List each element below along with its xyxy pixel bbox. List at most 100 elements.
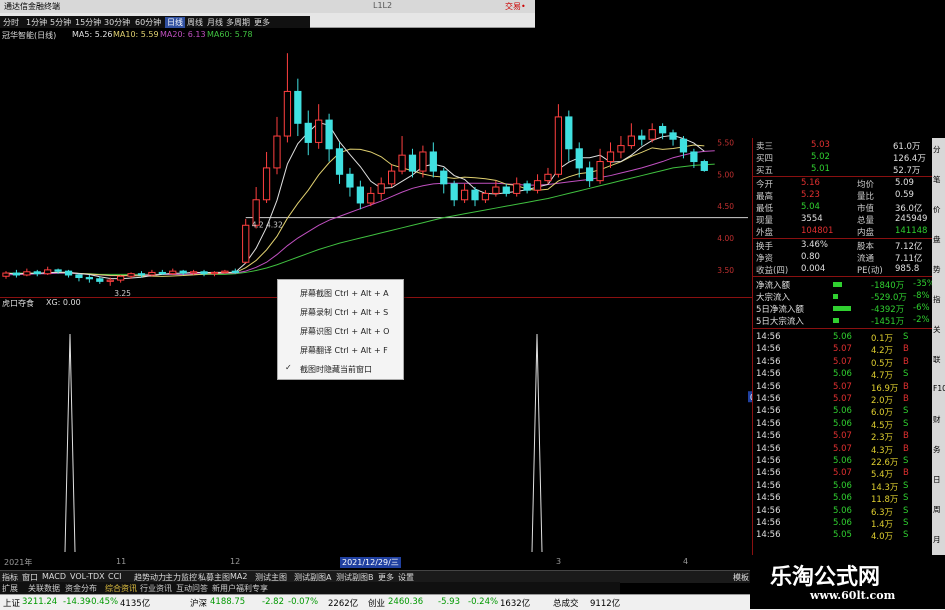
period-tab-10[interactable]: 更多 <box>254 17 270 28</box>
kline-chart[interactable]: 5.50 5.00 4.50 4.00 3.50 3.25 4.2 4.32 <box>0 42 752 297</box>
period-tab-1[interactable]: 1分钟 <box>26 17 47 28</box>
stat-value: 141148 <box>895 226 928 236</box>
stat-value: 0.004 <box>801 264 826 274</box>
extension-tab-1[interactable]: 关联数据 <box>28 583 60 594</box>
flow-label: 净流入额 <box>756 281 791 291</box>
ma60-label: MA60: 5.78 <box>207 30 253 39</box>
extension-tab-2[interactable]: 资金分布 <box>65 583 97 594</box>
sidebar-item-12[interactable]: 周 <box>933 504 941 515</box>
index-name[interactable]: 上证 <box>3 597 20 609</box>
context-menu-label: 屏幕翻译 Ctrl + Alt + F <box>300 346 388 355</box>
candle <box>210 271 219 277</box>
tick-time: 14:56 <box>756 369 781 380</box>
extension-tab-0[interactable]: 扩展 <box>2 583 18 594</box>
tick-price: 5.07 <box>833 431 852 442</box>
sidebar-item-7[interactable]: 联 <box>933 354 941 365</box>
context-menu-item-3[interactable]: 屏幕翻译 Ctrl + Alt + F <box>278 340 403 358</box>
extension-tab-4[interactable]: 行业资讯 <box>140 583 172 594</box>
candle <box>669 129 677 146</box>
tick-side: S <box>903 530 909 541</box>
tick-price: 5.06 <box>833 518 852 528</box>
sidebar-item-5[interactable]: 指 <box>933 294 941 305</box>
tick-price: 5.07 <box>833 443 852 454</box>
flow-bar <box>833 294 838 299</box>
stat-row: 最高 5.23 量比 0.59 <box>753 190 933 202</box>
stat-row: 换手 3.46% 股本 7.12亿 <box>753 240 933 252</box>
sidebar-item-6[interactable]: 关 <box>933 324 941 335</box>
template-button[interactable]: 模板 <box>733 572 749 583</box>
candle <box>75 273 83 282</box>
order-volume: 61.0万 <box>893 142 921 152</box>
divider <box>753 328 933 329</box>
indicator-tab-3[interactable]: VOL-TDX <box>70 572 105 581</box>
stat-label: 收益(四) <box>756 266 789 276</box>
tick-side: S <box>903 369 909 380</box>
watermark-title: 乐淘公式网 <box>770 565 881 590</box>
stat-value: 0.59 <box>895 190 914 200</box>
tick-volume: 2.0万 <box>871 396 894 406</box>
extension-tab-3[interactable]: 综合资讯 <box>105 583 137 594</box>
flow-value: -529.0万 <box>871 293 907 303</box>
command-box[interactable]: L1L2 <box>373 1 392 10</box>
candle <box>586 161 594 188</box>
context-menu-item-0[interactable]: 屏幕截图 Ctrl + Alt + A <box>278 283 403 301</box>
period-tab-2[interactable]: 5分钟 <box>50 17 71 28</box>
sidebar-item-11[interactable]: 日 <box>933 474 941 485</box>
stat-label: 总量 <box>857 216 875 226</box>
period-tab-0[interactable]: 分时 <box>3 17 19 28</box>
candle <box>398 136 406 175</box>
ma5-label: MA5: 5.26 <box>72 30 113 39</box>
candle <box>315 104 323 149</box>
trade-button[interactable]: 交易• <box>505 1 526 12</box>
index-percent: -0.45% <box>88 597 119 607</box>
sidebar-item-1[interactable]: 笔 <box>933 174 941 185</box>
stat-label: 现量 <box>756 216 774 226</box>
extension-tab-5[interactable]: 互动问答 <box>176 583 208 594</box>
tick-side: B <box>903 356 909 367</box>
flow-row: 5日净流入额 -4392万 -6% <box>753 303 933 315</box>
ma-legend: 冠华智能(日线) MA5: 5.26 MA10: 5.59 MA20: 6.13… <box>0 30 300 41</box>
flow-bar <box>833 318 839 323</box>
context-menu-label: 截图时隐藏当前窗口 <box>300 365 372 374</box>
extension-tab-6[interactable]: 新用户福利专享 <box>212 583 268 594</box>
tick-side: S <box>903 406 909 417</box>
sidebar-item-8[interactable]: F10 <box>933 384 945 393</box>
candle <box>502 183 510 197</box>
tick-row: 14:56 5.06 22.6万 S <box>753 456 933 468</box>
context-menu-item-4[interactable]: ✓ 截图时隐藏当前窗口 <box>278 359 403 377</box>
ma5-line <box>5 122 705 280</box>
period-tab-5[interactable]: 60分钟 <box>135 17 161 28</box>
period-tab-4[interactable]: 30分钟 <box>104 17 130 28</box>
tick-price: 5.06 <box>833 369 852 380</box>
context-menu-label: 屏幕录制 Ctrl + Alt + S <box>300 308 389 317</box>
indicator-tab-8[interactable]: MA2 <box>230 572 247 581</box>
context-menu-item-1[interactable]: 屏幕录制 Ctrl + Alt + S <box>278 302 403 320</box>
period-tab-3[interactable]: 15分钟 <box>75 17 101 28</box>
tick-time: 14:56 <box>756 530 781 541</box>
period-tab-8[interactable]: 月线 <box>207 17 223 28</box>
index-name[interactable]: 创业 <box>368 597 385 609</box>
sidebar-item-0[interactable]: 分 <box>933 144 941 155</box>
tick-price: 5.06 <box>833 480 852 491</box>
sidebar-item-2[interactable]: 价 <box>933 204 941 215</box>
stat-value: 3554 <box>801 214 823 224</box>
tick-time: 14:56 <box>756 418 781 429</box>
sidebar-item-9[interactable]: 财 <box>933 414 941 425</box>
low-annotation: 3.25 <box>114 289 131 297</box>
sidebar-item-4[interactable]: 势 <box>933 264 941 275</box>
sidebar-item-13[interactable]: 月 <box>933 534 941 545</box>
flow-bar <box>833 282 842 287</box>
period-tab-9[interactable]: 多周期 <box>226 17 250 28</box>
sidebar-item-10[interactable]: 务 <box>933 444 941 455</box>
indicator-tab-2[interactable]: MACD <box>42 572 66 581</box>
order-price: 5.01 <box>811 164 830 174</box>
sidebar-item-3[interactable]: 盘 <box>933 234 941 245</box>
tick-row: 14:56 5.07 0.5万 B <box>753 356 933 369</box>
stat-value: 5.04 <box>801 202 820 212</box>
stat-label: 最低 <box>756 204 774 214</box>
period-tab-7[interactable]: 周线 <box>187 17 203 28</box>
context-menu-item-2[interactable]: 屏幕识图 Ctrl + Alt + O <box>278 321 403 339</box>
indicator-tab-4[interactable]: CCI <box>108 572 122 581</box>
index-name[interactable]: 沪深 <box>190 597 207 609</box>
period-tab-6[interactable]: 日线 <box>165 17 185 28</box>
